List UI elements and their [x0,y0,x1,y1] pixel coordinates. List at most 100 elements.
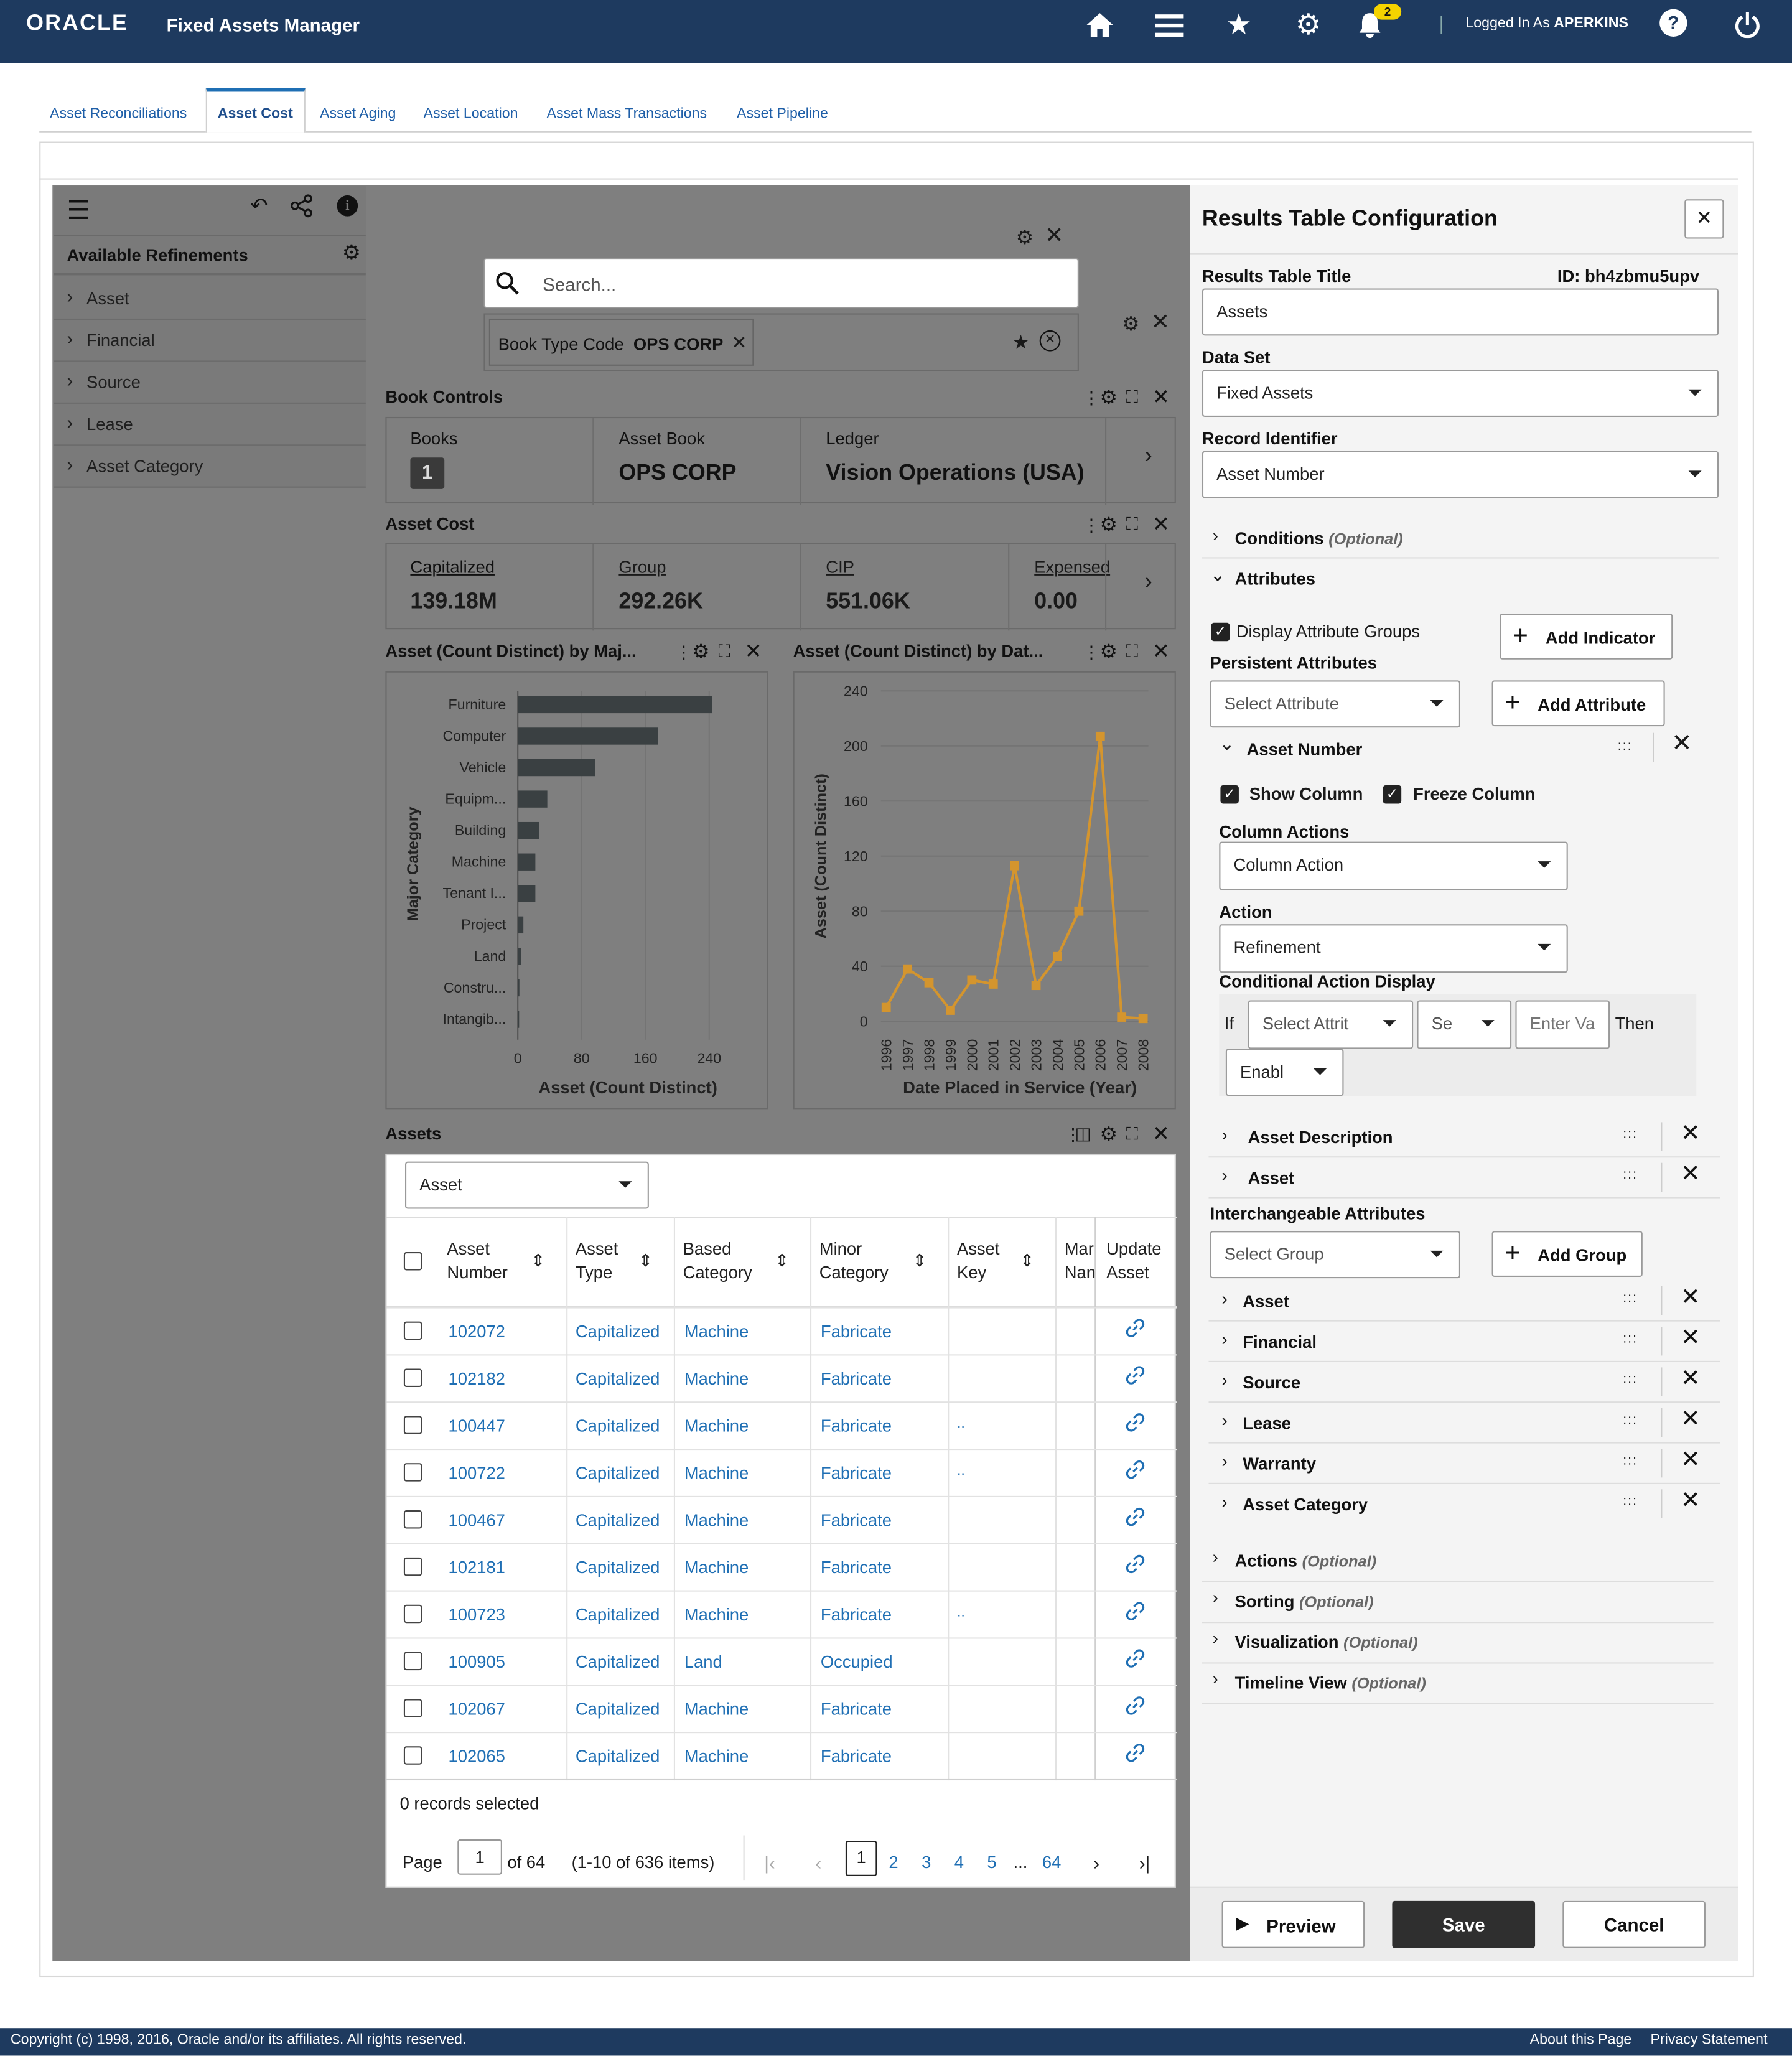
add-group-button[interactable]: + Add Group [1491,1231,1643,1278]
cond-result-select[interactable]: Enabl [1225,1049,1344,1096]
row-checkbox[interactable] [403,1510,422,1529]
link-icon[interactable] [1125,1412,1146,1437]
group-source[interactable]: › Source::: ✕ [1208,1362,1720,1403]
refinement-asset-category[interactable]: › Asset Category [54,446,366,488]
cond-value-input[interactable]: Enter Va [1515,1000,1610,1049]
section-conditions[interactable]: › Conditions (Optional) [1202,523,1719,559]
group-financial[interactable]: › Financial::: ✕ [1208,1322,1720,1362]
gear-icon[interactable]: ⚙ [342,240,361,266]
asset-number-link[interactable]: 102067 [449,1699,505,1719]
page-4-button[interactable]: 4 [954,1853,964,1872]
group-lease[interactable]: › Lease::: ✕ [1208,1403,1720,1444]
select-attribute-field[interactable]: Select Attribute [1210,680,1460,728]
asset-number-link[interactable]: 100447 [449,1416,505,1436]
col-update-asset[interactable]: Update Asset [1106,1238,1172,1285]
drag-handle-icon[interactable]: ⋮ [1083,642,1099,663]
link-icon[interactable] [1125,1600,1146,1625]
based-category-cell[interactable]: Machine [684,1322,749,1342]
link-icon[interactable] [1125,1365,1146,1390]
power-icon[interactable] [1728,8,1767,42]
gear-icon[interactable]: ⚙ [692,640,709,663]
asset-number-link[interactable]: 100722 [449,1463,505,1483]
row-checkbox[interactable] [403,1604,422,1624]
maximize-icon[interactable]: ⛶ [719,641,730,662]
gear-icon[interactable]: ⚙ [1100,640,1118,663]
refinement-financial[interactable]: › Financial [54,320,366,362]
link-icon[interactable] [1125,1459,1146,1484]
minor-category-cell[interactable]: Fabricate [821,1463,892,1483]
attr-asset-description[interactable]: › Asset Description::: ✕ [1208,1117,1720,1158]
row-checkbox[interactable] [403,1368,422,1387]
home-icon[interactable] [1080,8,1119,42]
minor-category-cell[interactable]: Fabricate [821,1605,892,1625]
close-icon[interactable]: ✕ [1152,1121,1170,1147]
link-icon[interactable] [1125,1317,1146,1342]
asset-number-link[interactable]: 102182 [449,1368,505,1388]
link-icon[interactable] [1125,1507,1146,1531]
preview-button[interactable]: ▶ Preview [1221,1900,1365,1948]
refinement-lease[interactable]: › Lease [54,404,366,446]
maximize-icon[interactable]: ⛶ [1126,1124,1138,1145]
results-title-field[interactable]: Assets [1202,288,1719,336]
tab-asset-pipeline[interactable]: Asset Pipeline [737,106,828,122]
search-input[interactable]: Search... [483,258,1079,309]
close-icon[interactable]: ✕ [1152,638,1170,665]
gear-icon[interactable]: ⚙ [1100,385,1118,409]
books-count[interactable]: 1 [410,457,445,489]
col-asset-type[interactable]: Asset Type [576,1238,635,1285]
based-category-cell[interactable]: Machine [684,1463,749,1483]
chevron-down-icon[interactable]: ⌄ [1219,733,1234,755]
col-major-name[interactable]: Mar Nan [1065,1238,1099,1287]
page-3-button[interactable]: 3 [922,1853,931,1872]
asset-number-link[interactable]: 102065 [449,1746,505,1766]
based-category-cell[interactable]: Machine [684,1558,749,1577]
asset-type-cell[interactable]: Capitalized [576,1416,660,1436]
drag-handle-icon[interactable]: ⋮ [675,642,692,663]
page-1-button[interactable]: 1 [845,1840,877,1876]
select-group-field[interactable]: Select Group [1210,1231,1460,1279]
save-button[interactable]: Save [1392,1900,1536,1948]
asset-type-cell[interactable]: Capitalized [576,1510,660,1530]
show-column-checkbox[interactable]: ✓ [1220,785,1239,804]
cond-operator-select[interactable]: Se [1417,1000,1512,1049]
cancel-button[interactable]: Cancel [1562,1900,1706,1948]
sort-icon[interactable]: ⇕ [912,1250,926,1273]
drag-handle-icon[interactable]: ⋮ [1083,515,1099,536]
based-category-cell[interactable]: Machine [684,1605,749,1625]
record-identifier-select[interactable]: Asset Number [1202,451,1719,498]
refinement-source[interactable]: › Source [54,362,366,404]
section-attributes[interactable]: ⌄ Attributes [1202,564,1719,599]
menu-icon[interactable] [1150,8,1189,42]
sort-icon[interactable]: ⇕ [531,1250,545,1273]
col-based-category[interactable]: Based Category [683,1238,768,1285]
group-asset[interactable]: › Asset::: ✕ [1208,1281,1720,1322]
col-asset-number[interactable]: Asset Number [447,1238,512,1285]
freeze-column-checkbox[interactable]: ✓ [1383,785,1402,804]
section-sorting[interactable]: › Sorting (Optional) [1202,1584,1714,1624]
metric-capitalized-label[interactable]: Capitalized [410,557,495,577]
page-64-button[interactable]: 64 [1042,1853,1061,1872]
gear-icon[interactable]: ⚙ [1100,513,1118,536]
undo-icon[interactable]: ↶ [250,193,268,219]
asset-view-select[interactable]: Asset [405,1161,649,1209]
close-icon[interactable]: ✕ [1151,309,1170,335]
section-visualization[interactable]: › Visualization (Optional) [1202,1624,1714,1664]
tab-asset-mass-transactions[interactable]: Asset Mass Transactions [547,106,707,122]
action-select[interactable]: Refinement [1219,924,1568,973]
dataset-select[interactable]: Fixed Assets [1202,370,1719,417]
asset-type-cell[interactable]: Capitalized [576,1652,660,1672]
link-icon[interactable] [1125,1648,1146,1673]
asset-type-cell[interactable]: Capitalized [576,1746,660,1766]
based-category-cell[interactable]: Machine [684,1510,749,1530]
gear-icon[interactable]: ⚙ [1100,1122,1118,1146]
help-icon[interactable]: ? [1659,9,1687,37]
close-icon[interactable]: ✕ [745,638,762,665]
columns-icon[interactable]: ◫ [1075,1124,1091,1145]
based-category-cell[interactable]: Machine [684,1368,749,1388]
metric-expensed-label[interactable]: Expensed [1034,557,1110,577]
column-action-select[interactable]: Column Action [1219,841,1568,890]
star-icon[interactable]: ★ [1012,330,1029,354]
group-asset-category[interactable]: › Asset Category::: ✕ [1208,1484,1720,1525]
group-warranty[interactable]: › Warranty::: ✕ [1208,1444,1720,1484]
asset-key-cell[interactable]: .. [957,1416,965,1431]
